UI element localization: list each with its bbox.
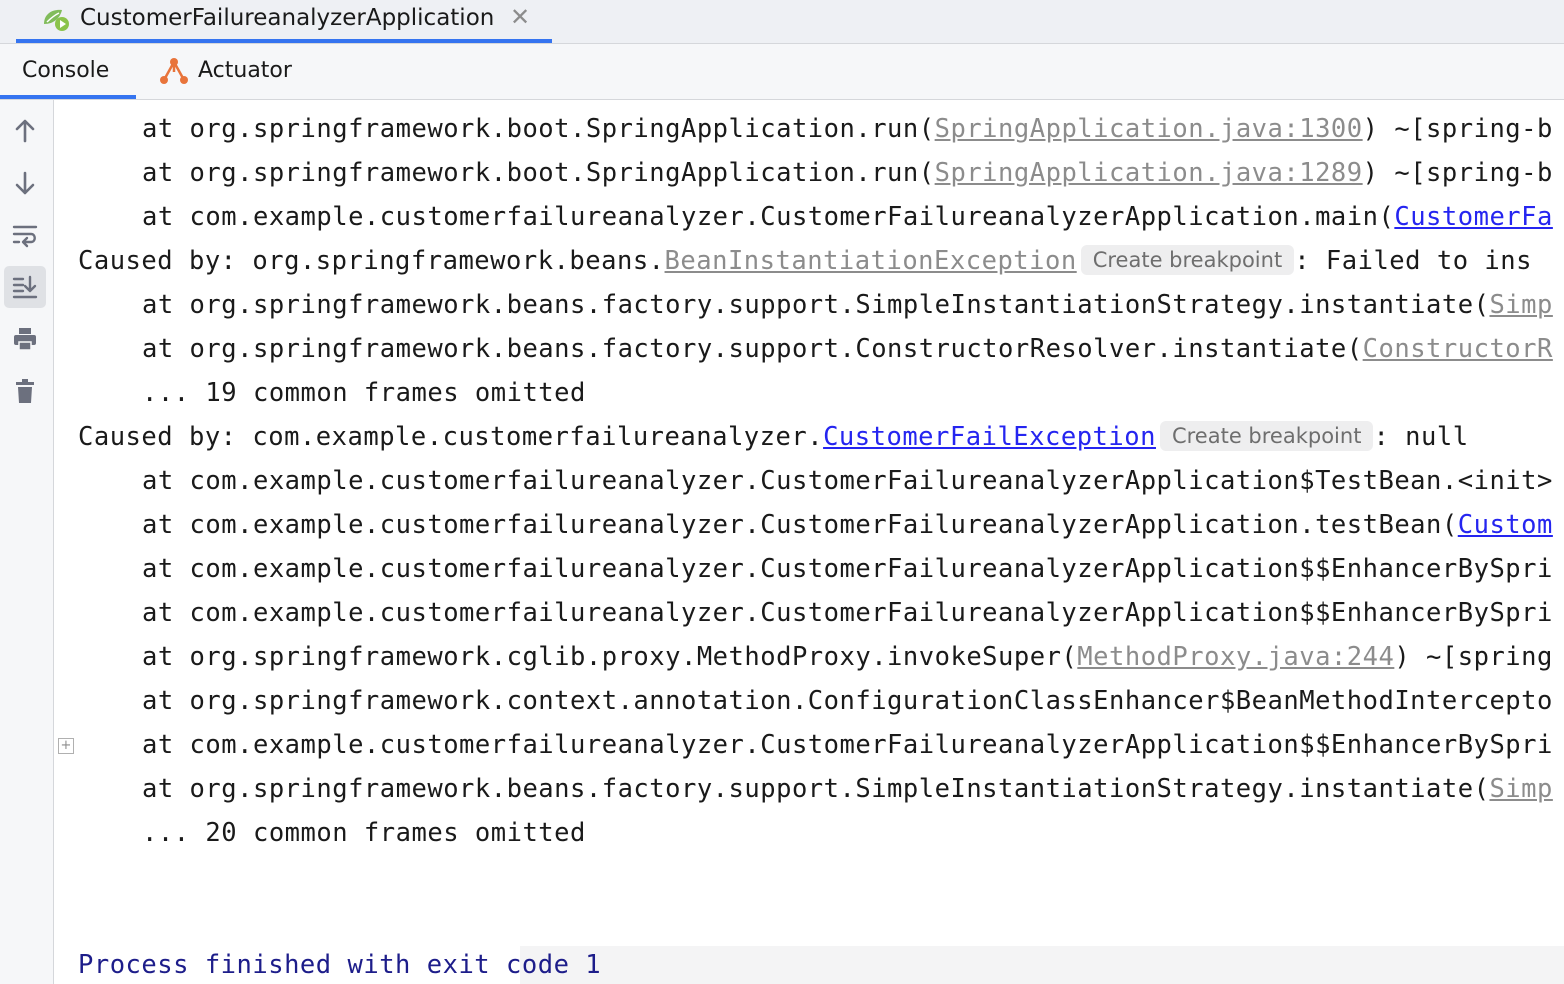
soft-wrap-icon — [12, 225, 38, 248]
clear-all-button[interactable] — [4, 370, 46, 412]
exception-link[interactable]: CustomerFailException — [823, 422, 1156, 452]
actuator-icon — [158, 56, 190, 86]
create-breakpoint-button[interactable]: Create breakpoint — [1159, 421, 1374, 451]
exception-link[interactable]: BeanInstantiationException — [665, 246, 1077, 276]
source-link[interactable]: CustomerFa — [1394, 202, 1553, 232]
run-tab[interactable]: CustomerFailureanalyzerApplication ✕ — [0, 0, 552, 43]
scroll-down-button[interactable] — [4, 162, 46, 204]
stack-frame-line: at com.example.customerfailureanalyzer.C… — [142, 598, 1553, 628]
stack-frame-line: at com.example.customerfailureanalyzer.C… — [142, 202, 1553, 232]
source-link[interactable]: MethodProxy.java:244 — [1077, 642, 1394, 672]
tab-actuator-label: Actuator — [198, 58, 292, 83]
console-toolbar — [0, 100, 54, 984]
stack-frame-line: at org.springframework.cglib.proxy.Metho… — [142, 642, 1553, 672]
source-link[interactable]: Simp — [1489, 774, 1552, 804]
soft-wrap-button[interactable] — [4, 214, 46, 256]
stack-frame-line: at com.example.customerfailureanalyzer.C… — [142, 730, 1553, 760]
stack-frame-line: at org.springframework.boot.SpringApplic… — [142, 114, 1553, 144]
console-output[interactable]: at org.springframework.boot.SpringApplic… — [54, 100, 1564, 984]
source-link[interactable]: SpringApplication.java:1289 — [935, 158, 1363, 188]
source-link[interactable]: SpringApplication.java:1300 — [935, 114, 1363, 144]
source-link[interactable]: Simp — [1489, 290, 1552, 320]
source-link[interactable]: ConstructorR — [1363, 334, 1553, 364]
scroll-to-end-icon — [12, 275, 38, 299]
stack-frame-line: at org.springframework.context.annotatio… — [142, 686, 1553, 716]
omitted-frames-line: ... 20 common frames omitted — [142, 818, 586, 848]
close-icon[interactable]: ✕ — [510, 3, 530, 31]
scroll-up-icon — [15, 119, 35, 143]
active-tab-indicator — [16, 39, 552, 43]
print-icon — [14, 328, 36, 351]
omitted-frames-line: ... 19 common frames omitted — [142, 378, 586, 408]
stack-frame-line: at org.springframework.beans.factory.sup… — [142, 334, 1553, 364]
create-breakpoint-button[interactable]: Create breakpoint — [1080, 245, 1295, 275]
tab-console[interactable]: Console — [0, 44, 136, 99]
caused-by-line: Caused by: org.springframework.beans.Bea… — [78, 245, 1532, 276]
source-link[interactable]: Custom — [1458, 510, 1553, 540]
stack-frame-line: at com.example.customerfailureanalyzer.C… — [142, 466, 1553, 496]
scroll-down-icon — [15, 171, 35, 195]
print-button[interactable] — [4, 318, 46, 360]
process-exit-message: Process finished with exit code 1 — [78, 950, 602, 980]
tab-console-label: Console — [22, 58, 110, 83]
spring-boot-run-icon — [40, 6, 72, 32]
clear-all-icon — [16, 379, 34, 403]
stack-frame-line: at com.example.customerfailureanalyzer.C… — [142, 554, 1553, 584]
active-tab-indicator — [0, 95, 136, 99]
run-tab-title: CustomerFailureanalyzerApplication — [80, 5, 495, 31]
status-strip — [520, 946, 1564, 984]
scroll-up-button[interactable] — [4, 110, 46, 152]
scroll-to-end-button[interactable] — [4, 266, 46, 308]
stack-frame-line: at com.example.customerfailureanalyzer.C… — [142, 510, 1553, 540]
tab-actuator[interactable]: Actuator — [156, 44, 316, 99]
console-tab-bar: Console Actuator — [0, 44, 1564, 100]
caused-by-line: Caused by: com.example.customerfailurean… — [78, 421, 1469, 452]
stack-frame-line: at org.springframework.beans.factory.sup… — [142, 774, 1553, 804]
stack-frame-line: at org.springframework.boot.SpringApplic… — [142, 158, 1553, 188]
stack-frame-line: at org.springframework.beans.factory.sup… — [142, 290, 1553, 320]
fold-expand-icon[interactable]: + — [58, 738, 74, 754]
run-tab-bar: CustomerFailureanalyzerApplication ✕ — [0, 0, 1564, 44]
